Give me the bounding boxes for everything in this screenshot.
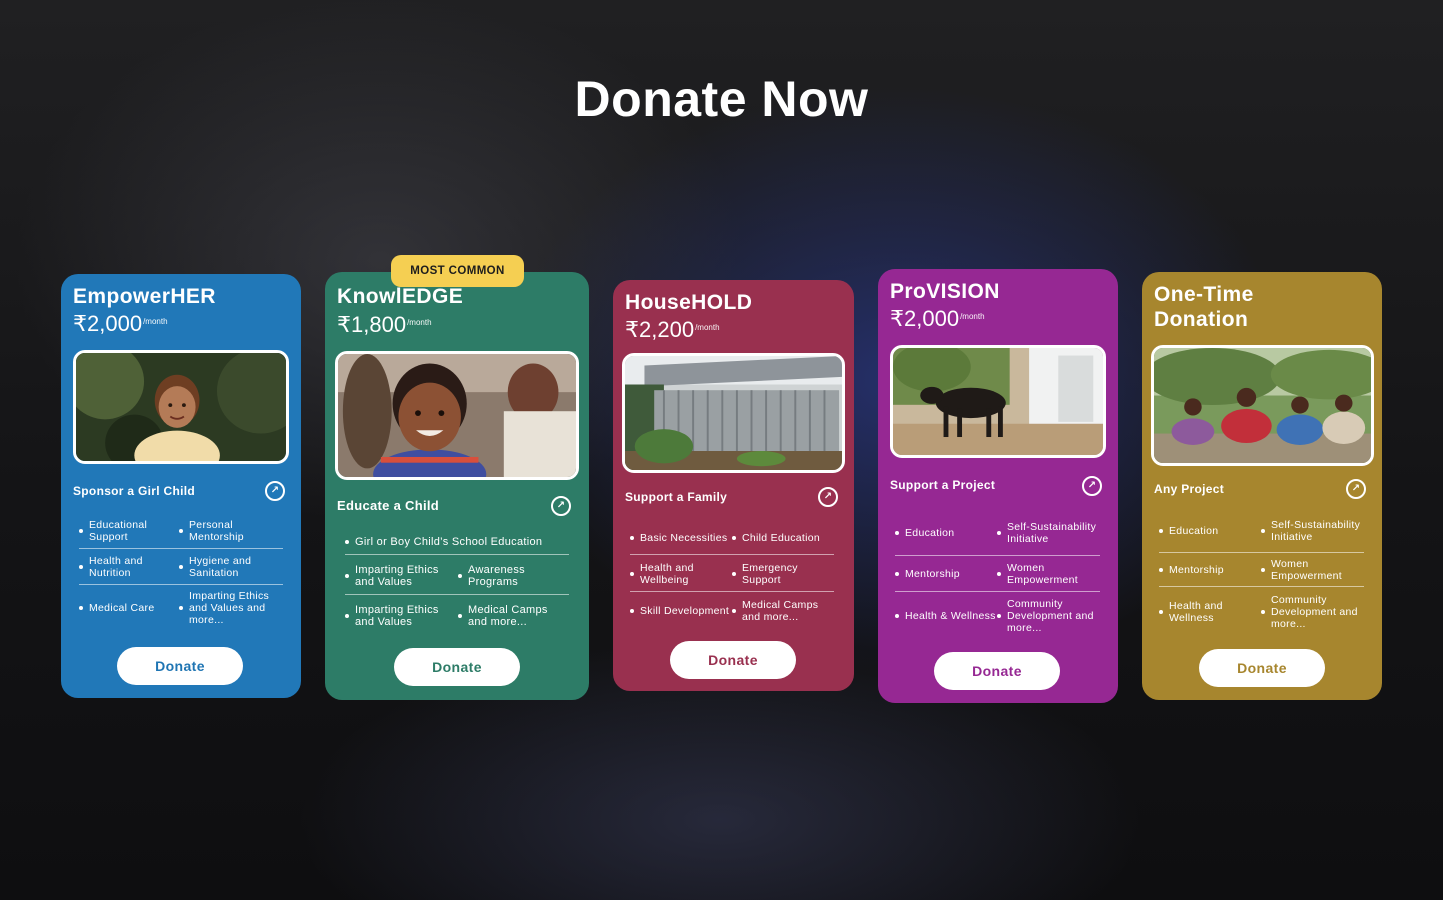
feature-item: Community Development and more... [1261, 594, 1364, 630]
feature-item: Health & Wellness [895, 610, 997, 622]
arrow-up-right-icon[interactable]: ↗ [551, 496, 571, 516]
feature-item: Medical Camps and more... [458, 604, 569, 628]
card-subtitle: Educate a Child [337, 498, 440, 513]
card-price: ₹2,000/month [890, 306, 985, 331]
donate-button[interactable]: Donate [670, 641, 796, 679]
feature-item: Health and Wellbeing [630, 562, 732, 586]
feature-row: Medical Care Imparting Ethics and Values… [79, 588, 283, 628]
feature-item: Girl or Boy Child’s School Education [345, 536, 569, 548]
feature-item: Education [1159, 525, 1261, 537]
feature-item: Skill Development [630, 605, 732, 617]
feature-row: Health and Nutrition Hygiene and Sanitat… [79, 550, 283, 585]
feature-item: Awareness Programs [458, 564, 569, 588]
feature-row: Imparting Ethics and Values Medical Camp… [345, 598, 569, 634]
feature-item: Health and Nutrition [79, 555, 179, 579]
feature-item: Imparting Ethics and Values [345, 604, 458, 628]
feature-row: Education Self-Sustainability Initiative [895, 511, 1100, 556]
card-price: ₹1,800/month [337, 312, 432, 337]
feature-item: Health and Wellness [1159, 600, 1261, 624]
donate-button[interactable]: Donate [934, 652, 1060, 690]
page-title: Donate Now [574, 71, 869, 127]
feature-item: Education [895, 527, 997, 539]
feature-row: Health & Wellness Community Development … [895, 595, 1100, 637]
card-photo-cow [890, 345, 1106, 458]
feature-row: Skill Development Medical Camps and more… [630, 594, 834, 628]
donate-button[interactable]: Donate [1199, 649, 1325, 687]
feature-item: Emergency Support [732, 562, 834, 586]
feature-item: Medical Care [79, 602, 179, 614]
feature-row: Basic Necessities Child Education [630, 522, 834, 555]
rupee-icon: ₹ [337, 312, 351, 337]
card-price: ₹2,000/month [73, 311, 168, 336]
card-photo-child [335, 351, 579, 480]
feature-item: Basic Necessities [630, 532, 732, 544]
card-price: ₹2,200/month [625, 317, 720, 342]
feature-row: Educational Support Personal Mentorship [79, 514, 283, 549]
donate-button[interactable]: Donate [394, 648, 520, 686]
plan-card-one-time: One-Time Donation Any Project ↗ Educatio… [1142, 272, 1382, 700]
feature-item: Hygiene and Sanitation [179, 555, 283, 579]
most-common-badge: MOST COMMON [391, 255, 524, 287]
card-title: One-Time Donation [1154, 283, 1254, 331]
donate-button[interactable]: Donate [117, 647, 243, 685]
feature-item: Imparting Ethics and Values [345, 564, 458, 588]
feature-item: Child Education [732, 532, 834, 544]
card-subtitle: Support a Family [625, 490, 728, 504]
feature-item: Self-Sustainability Initiative [997, 521, 1100, 545]
card-title: EmpowerHER [73, 285, 216, 308]
feature-item: Personal Mentorship [179, 519, 283, 543]
arrow-up-right-icon[interactable]: ↗ [1082, 476, 1102, 496]
arrow-up-right-icon[interactable]: ↗ [818, 487, 838, 507]
plan-card-empowerher: EmpowerHER ₹2,000/month Sponsor a Girl C… [61, 274, 301, 698]
arrow-up-right-icon[interactable]: ↗ [1346, 479, 1366, 499]
rupee-icon: ₹ [73, 311, 87, 336]
feature-item: Women Empowerment [997, 562, 1100, 586]
feature-row: Girl or Boy Child’s School Education [345, 530, 569, 555]
feature-item: Educational Support [79, 519, 179, 543]
feature-item: Medical Camps and more... [732, 599, 834, 623]
feature-row: Health and Wellbeing Emergency Support [630, 557, 834, 592]
feature-row: Mentorship Women Empowerment [895, 557, 1100, 592]
rupee-icon: ₹ [890, 306, 904, 331]
feature-row: Education Self-Sustainability Initiative [1159, 510, 1364, 553]
card-photo-house [622, 353, 845, 473]
card-title: ProVISION [890, 280, 1000, 303]
arrow-up-right-icon[interactable]: ↗ [265, 481, 285, 501]
card-photo-girl-child [73, 350, 289, 464]
feature-item: Women Empowerment [1261, 558, 1364, 582]
card-subtitle: Any Project [1154, 482, 1224, 496]
card-photo-women-group [1151, 345, 1374, 466]
card-subtitle: Sponsor a Girl Child [73, 484, 196, 498]
card-title: KnowlEDGE [337, 285, 464, 308]
feature-item: Self-Sustainability Initiative [1261, 519, 1364, 543]
plan-card-provision: ProVISION ₹2,000/month Support a Project… [878, 269, 1118, 703]
feature-row: Imparting Ethics and Values Awareness Pr… [345, 558, 569, 595]
feature-row: Mentorship Women Empowerment [1159, 554, 1364, 587]
feature-item: Imparting Ethics and Values and more... [179, 590, 283, 626]
feature-item: Mentorship [895, 568, 997, 580]
plan-card-knowledge: KnowlEDGE ₹1,800/month Educate a Child ↗… [325, 272, 589, 700]
rupee-icon: ₹ [625, 317, 639, 342]
card-title: HouseHOLD [625, 291, 753, 314]
feature-item: Mentorship [1159, 564, 1261, 576]
plan-card-household: HouseHOLD ₹2,200/month Support a Family … [613, 280, 854, 691]
card-subtitle: Support a Project [890, 478, 996, 492]
feature-row: Health and Wellness Community Developmen… [1159, 590, 1364, 634]
feature-item: Community Development and more... [997, 598, 1100, 634]
